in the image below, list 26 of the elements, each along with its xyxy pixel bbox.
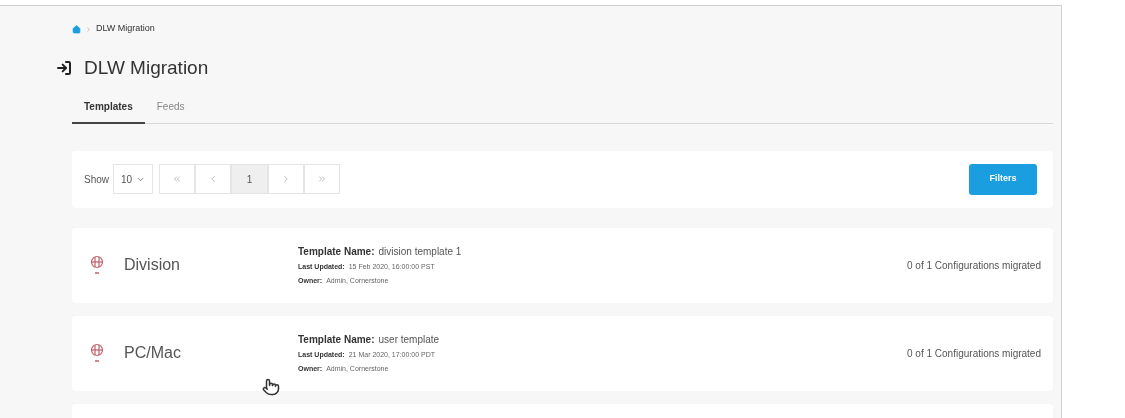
tab[interactable]: Templates	[72, 98, 145, 124]
template-name: user template	[378, 333, 440, 347]
template-category: PC/Mac	[124, 343, 182, 363]
first-page-button[interactable]	[159, 164, 196, 194]
page-button[interactable]: 1	[231, 164, 269, 194]
page-title: DLW Migration	[84, 56, 209, 80]
template-category: Division	[124, 255, 181, 275]
page-size-dropdown[interactable]: 10	[113, 164, 154, 194]
migration-status: 0 of 1 Configurations migrated	[907, 346, 1041, 361]
org-chart-icon	[90, 342, 104, 364]
show-label: Show	[84, 172, 109, 187]
previous-page-button[interactable]	[195, 164, 232, 194]
org-chart-icon	[90, 254, 104, 276]
next-page-button[interactable]	[268, 164, 305, 194]
migration-status: 0 of 1 Configurations migrated	[907, 258, 1041, 273]
template-name: division template 1	[378, 245, 462, 259]
last-page-button[interactable]	[304, 164, 341, 194]
template-name-label: Template Name:	[298, 245, 375, 259]
double-chevron-right-icon	[317, 174, 328, 184]
breadcrumb-item: DLW Migration	[96, 22, 155, 36]
sign-in-icon	[56, 60, 72, 77]
template-name-label: Template Name:	[298, 333, 375, 347]
chevron-right-icon	[85, 25, 92, 33]
double-chevron-left-icon	[172, 174, 183, 184]
home-icon[interactable]	[72, 24, 81, 34]
hand-cursor-icon	[262, 378, 280, 396]
